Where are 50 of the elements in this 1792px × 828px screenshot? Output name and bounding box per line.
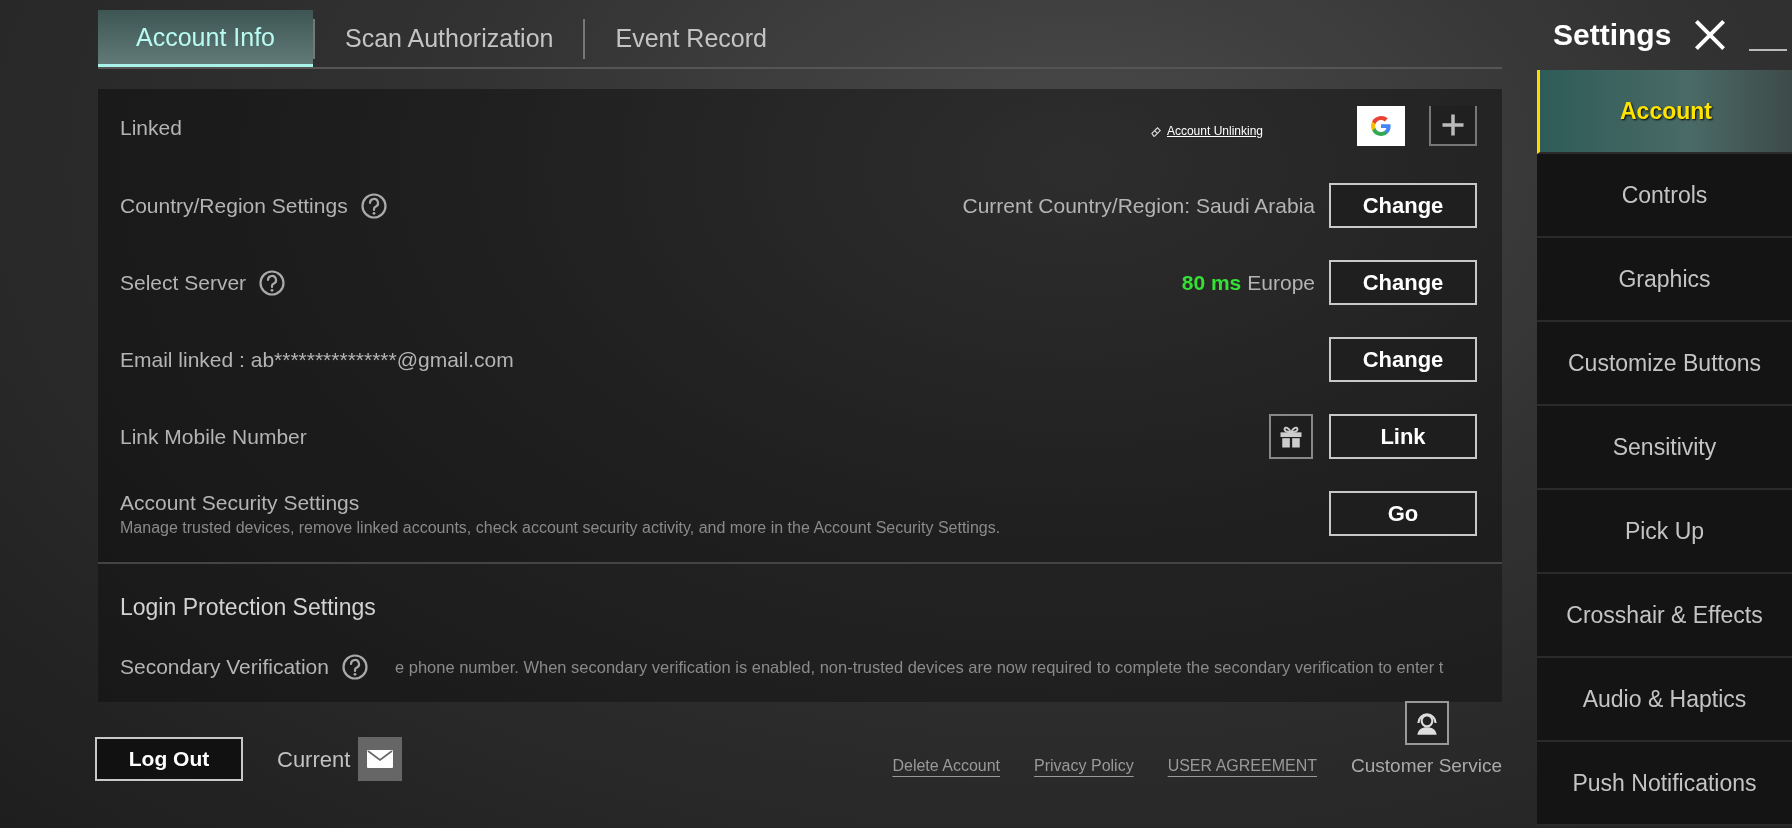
row-label: Link Mobile Number <box>120 424 307 449</box>
row-label: Account Security Settings <box>120 490 361 515</box>
footer-link[interactable]: Privacy Policy <box>1034 757 1134 781</box>
row-label: Email linked : ab***************@gmail.com <box>120 347 514 372</box>
google-icon <box>1369 114 1393 138</box>
tab[interactable]: Account Info <box>98 10 313 67</box>
mail-icon <box>367 750 394 768</box>
row-value: Europe <box>1247 270 1315 295</box>
action-button[interactable]: Change <box>1329 183 1477 228</box>
account-unlinking-link[interactable]: Account Unlinking <box>1166 124 1263 138</box>
mail-button[interactable] <box>358 737 403 781</box>
customer-service-button[interactable] <box>1404 701 1449 745</box>
row-value: Current Country/Region: Saudi Arabia <box>962 193 1315 218</box>
action-button[interactable]: Go <box>1329 491 1477 536</box>
action-button[interactable]: Change <box>1329 337 1477 382</box>
google-account-button[interactable] <box>1357 106 1405 146</box>
tab[interactable]: Scan Authorization <box>315 10 584 67</box>
action-button[interactable]: Link <box>1329 414 1477 459</box>
log-out-button[interactable]: Log Out <box>95 737 243 781</box>
footer-link[interactable]: Delete Account <box>892 757 1001 781</box>
sidebar-item[interactable]: Controls <box>1537 154 1792 238</box>
settings-title: Settings <box>1553 18 1672 52</box>
current-label: Current <box>277 747 351 774</box>
gift-button[interactable] <box>1269 414 1313 459</box>
sidebar-item[interactable]: Audio & Haptics <box>1537 658 1792 742</box>
sidebar-item[interactable]: Crosshair & Effects <box>1537 574 1792 658</box>
help-icon[interactable] <box>359 191 388 220</box>
sidebar-item[interactable]: Graphics <box>1537 238 1792 322</box>
add-account-button[interactable] <box>1429 106 1477 146</box>
help-icon[interactable] <box>340 653 369 681</box>
sidebar-item[interactable]: Customize Buttons <box>1537 322 1792 406</box>
close-icon[interactable] <box>1693 18 1728 52</box>
sidebar-item[interactable]: Pick Up <box>1537 490 1792 574</box>
row-label: Select Server <box>120 270 247 295</box>
customer-service-label: Customer Service <box>1351 755 1502 778</box>
action-button[interactable]: Change <box>1329 260 1477 305</box>
ping-value: 80 ms <box>1181 270 1242 295</box>
sidebar-item[interactable]: Account <box>1537 70 1792 154</box>
footer-link[interactable]: USER AGREEMENT <box>1167 757 1317 781</box>
row-label: Country/Region Settings <box>120 193 348 218</box>
row-description: Manage trusted devices, remove linked accounts, check account security activity, and more in the Account Security Settings. <box>120 518 1001 537</box>
sidebar-item[interactable]: Sensitivity <box>1537 406 1792 490</box>
row-label: Secondary Verification <box>120 655 329 679</box>
sidebar-item[interactable]: Push Notifications <box>1537 742 1792 826</box>
scrolling-text: e phone number. When secondary verification is enabled, non-trusted devices are now required to complete the secondary verification to enter t <box>394 657 1444 677</box>
row-label: Linked <box>120 116 182 140</box>
tab[interactable]: Event Record <box>585 10 797 67</box>
eraser-icon <box>1149 124 1163 138</box>
section-title: Login Protection Settings <box>120 592 377 622</box>
help-icon[interactable] <box>258 268 287 297</box>
